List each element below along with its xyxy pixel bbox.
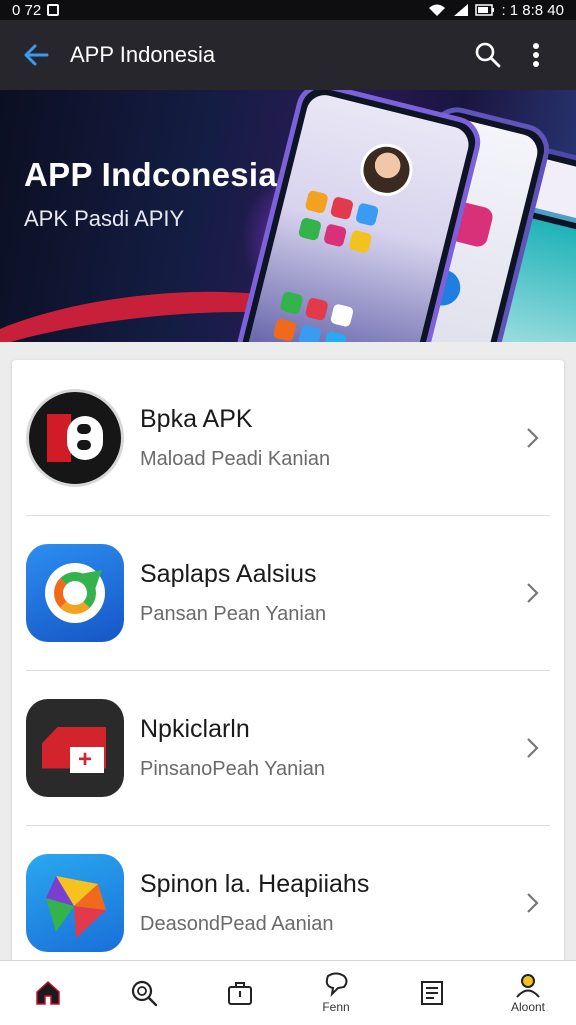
app-description: Maload Peadi Kanian [140, 447, 331, 470]
document-icon [421, 981, 443, 1005]
app-name: Saplaps Aalsius [140, 559, 317, 588]
colorful-triangles-icon [26, 853, 124, 952]
page-title: APP Indonesia [70, 42, 216, 67]
arrow-left-icon [24, 44, 49, 66]
app-list: Bpka APK Maload Peadi Kanian Saplaps Aal… [12, 360, 564, 970]
app-description: Pansan Pean Yanian [140, 602, 327, 625]
chevron-right-icon [512, 418, 552, 458]
home-icon [36, 980, 60, 1005]
nav-tab-account[interactable]: Aloont [480, 961, 576, 1025]
search-icon [475, 42, 501, 68]
app-description: PinsanoPeah Yanian [140, 757, 325, 780]
black-red-logo-icon [26, 388, 124, 487]
app-description: DeasondPead Aanian [140, 912, 334, 935]
app-name: Spinon la. Heapiiahs [140, 869, 370, 898]
chat-icon [325, 972, 348, 997]
battery-icon [475, 4, 495, 16]
more-options-button[interactable] [512, 31, 560, 79]
back-button[interactable] [16, 35, 56, 75]
bottom-navigation: Fenn Aloont [0, 960, 576, 1025]
list-item[interactable]: + Npkiclarln PinsanoPeah Yanian [12, 670, 564, 825]
search-icon [131, 980, 158, 1007]
banner-title: APP Indconesia [24, 156, 278, 193]
avatar [354, 138, 419, 202]
banner-text: APP Indconesia APK Pasdi APIY [24, 156, 277, 232]
nav-tab-documents[interactable] [384, 961, 480, 1025]
app-name: Npkiclarln [140, 714, 250, 743]
app-bar: APP Indonesia [0, 20, 576, 90]
blue-circular-arrow-icon [26, 543, 124, 642]
list-item[interactable]: Saplaps Aalsius Pansan Pean Yanian [12, 515, 564, 670]
chevron-right-icon [512, 883, 552, 923]
app-name: Bpka APK [140, 404, 253, 433]
hero-banner[interactable]: APP Indconesia APK Pasdi APIY [0, 90, 576, 342]
nav-tab-apps[interactable] [192, 961, 288, 1025]
briefcase-icon [228, 982, 252, 1005]
status-right-text: : 1 8:8 40 [501, 1, 564, 19]
chevron-right-icon [512, 728, 552, 768]
nav-label: Aloont [510, 1000, 546, 1014]
status-time: 0 72 [12, 1, 42, 19]
notification-icon [47, 4, 60, 16]
list-item[interactable]: Bpka APK Maload Peadi Kanian [12, 360, 564, 515]
nav-tab-home[interactable] [0, 961, 96, 1025]
search-button[interactable] [464, 31, 512, 79]
wifi-icon [429, 4, 446, 16]
nav-tab-search[interactable] [96, 961, 192, 1025]
chevron-right-icon [512, 573, 552, 613]
red-white-plus-icon: + [26, 698, 124, 797]
banner-subtitle: APK Pasdi APIY [24, 206, 185, 231]
nav-label: Fenn [322, 1000, 350, 1014]
status-bar: 0 72 : 1 8:8 40 [0, 0, 576, 20]
more-vert-icon [533, 43, 539, 67]
person-icon [516, 974, 540, 998]
nav-tab-chat[interactable]: Fenn [288, 961, 384, 1025]
list-item[interactable]: Spinon la. Heapiiahs DeasondPead Aanian [12, 825, 564, 970]
signal-icon [454, 4, 469, 16]
